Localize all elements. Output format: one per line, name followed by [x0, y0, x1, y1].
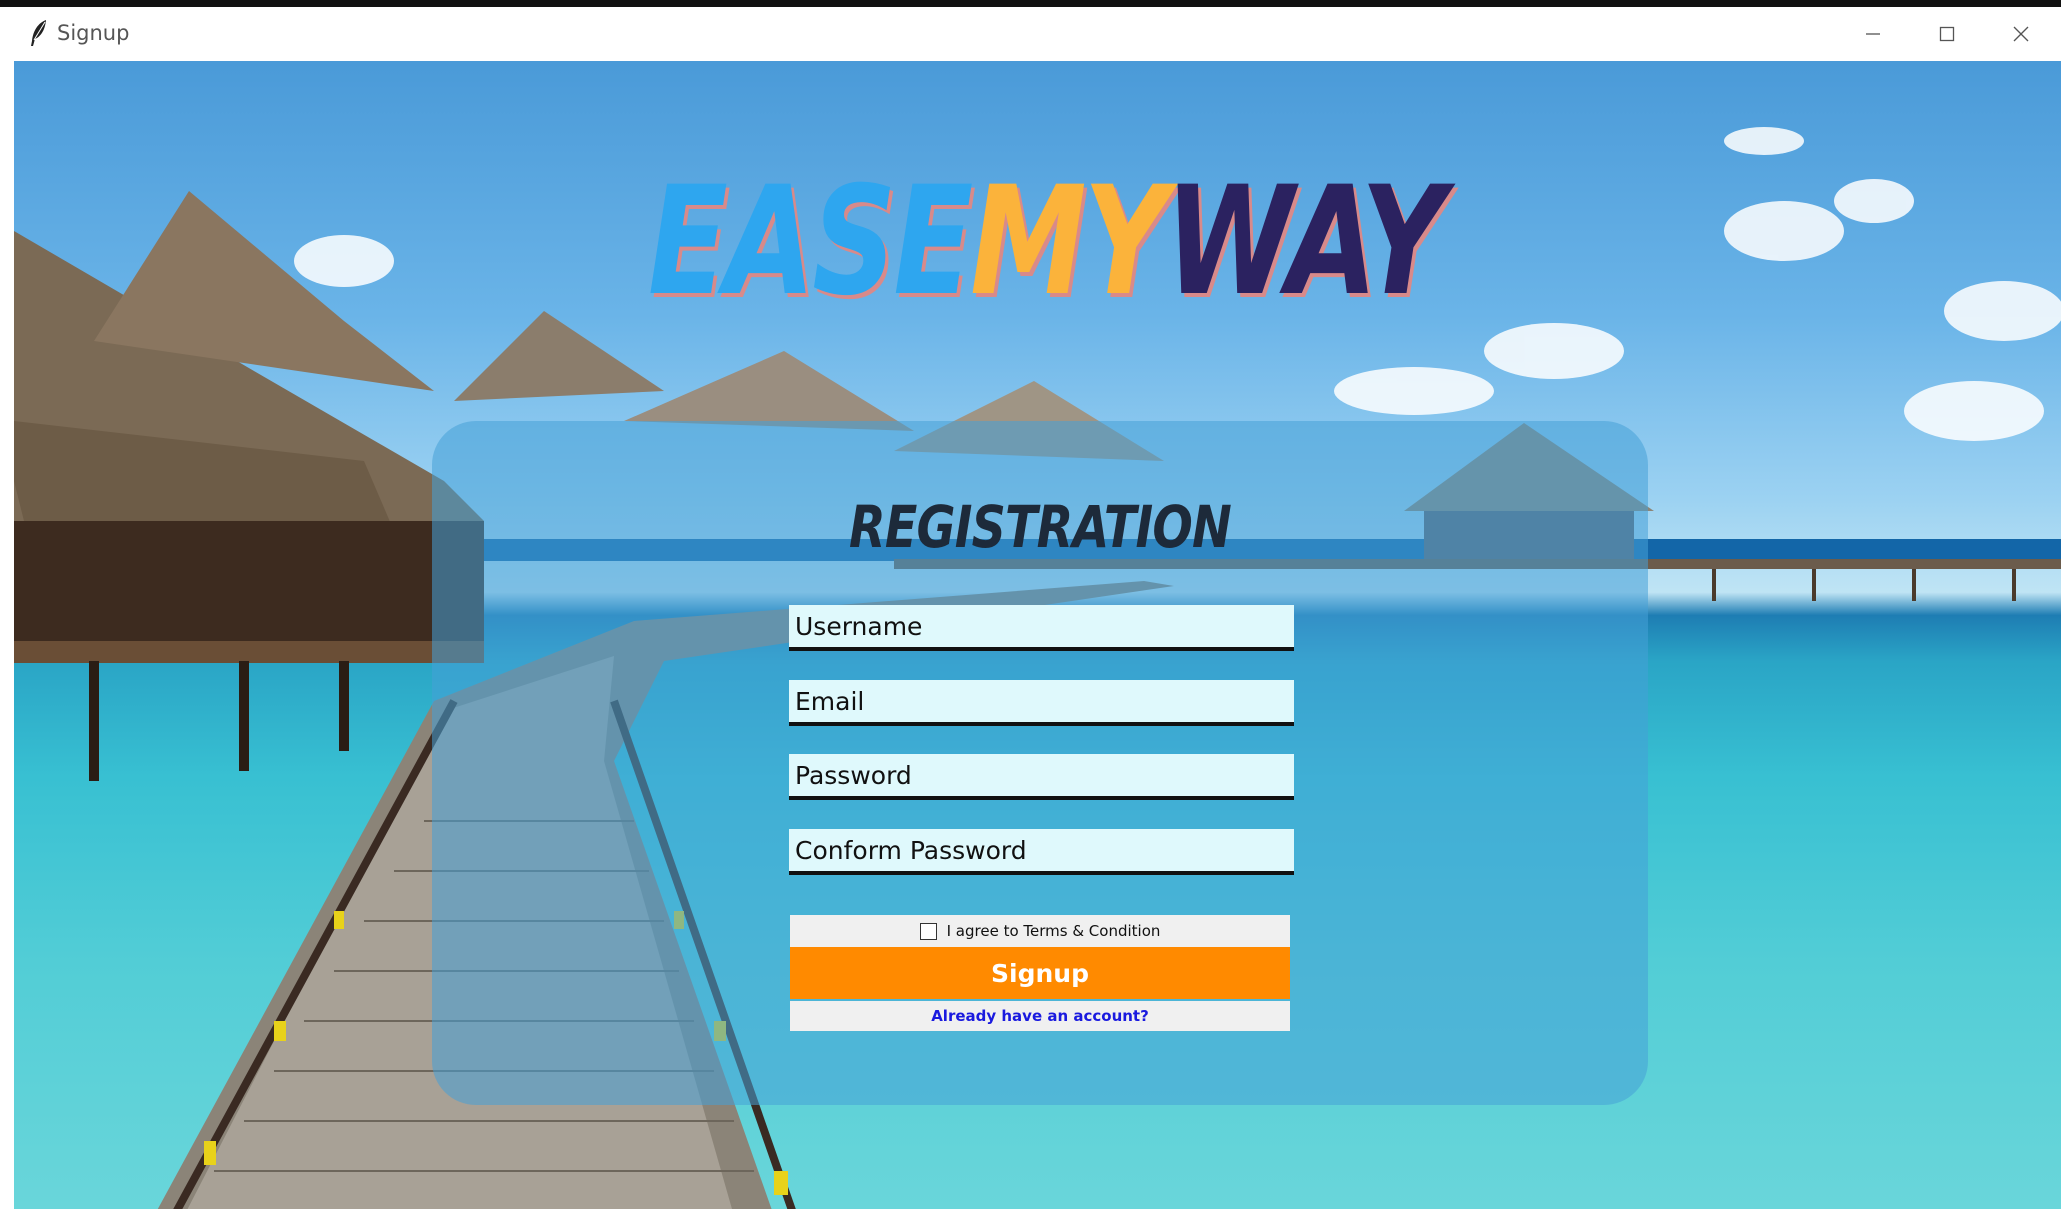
- title-bar[interactable]: Signup: [0, 7, 2061, 61]
- app-window: Signup EASEMYWAY REGISTRATION Username E…: [0, 0, 2061, 1209]
- confirm-password-input[interactable]: Conform Password: [789, 829, 1294, 875]
- maximize-button[interactable]: [1912, 7, 1982, 61]
- minimize-button[interactable]: [1838, 7, 1908, 61]
- window-title: Signup: [57, 21, 130, 45]
- feather-icon: [31, 20, 46, 46]
- terms-checkbox[interactable]: [919, 922, 937, 940]
- close-button[interactable]: [1986, 7, 2056, 61]
- logo-part-way: WAY: [1165, 155, 1445, 329]
- terms-label[interactable]: I agree to Terms & Condition: [947, 922, 1161, 940]
- signup-button[interactable]: Signup: [790, 947, 1290, 999]
- terms-checkbox-row[interactable]: I agree to Terms & Condition: [790, 915, 1290, 947]
- app-logo: EASEMYWAY: [648, 167, 1446, 317]
- maximize-icon: [1939, 26, 1955, 42]
- close-icon: [2013, 26, 2029, 42]
- minimize-icon: [1866, 33, 1880, 35]
- email-input[interactable]: Email: [789, 680, 1294, 726]
- username-input[interactable]: Username: [789, 605, 1294, 651]
- logo-part-ease: EASE: [648, 155, 973, 329]
- registration-heading: REGISTRATION: [849, 493, 1232, 561]
- login-link[interactable]: Already have an account?: [790, 1001, 1290, 1031]
- password-input[interactable]: Password: [789, 754, 1294, 800]
- logo-part-my: MY: [970, 155, 1168, 329]
